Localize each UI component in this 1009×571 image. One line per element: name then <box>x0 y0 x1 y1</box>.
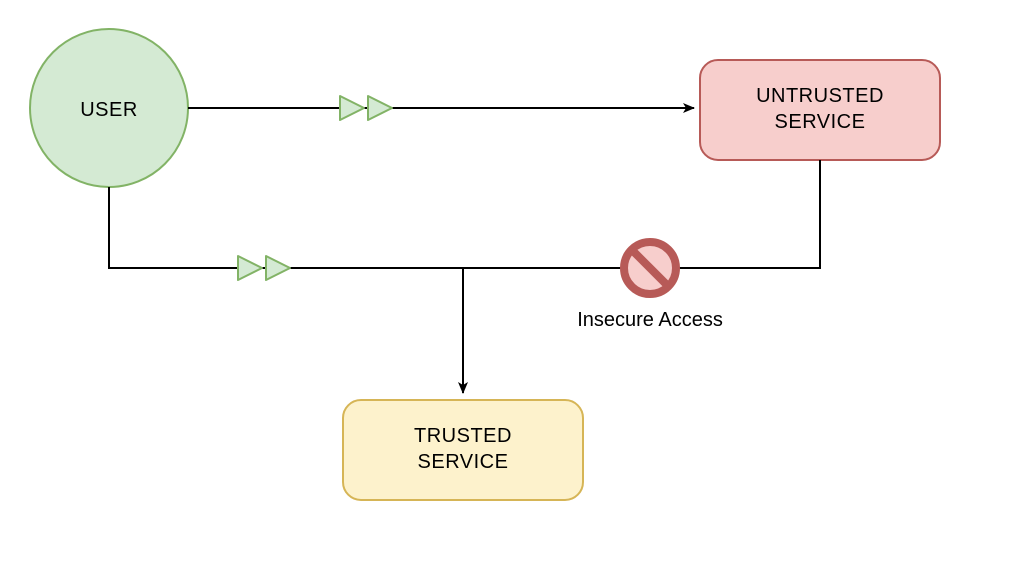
node-trusted-label-2: SERVICE <box>418 451 509 473</box>
prohibited-icon <box>624 242 676 294</box>
edge-untrusted-to-trusted-blocked: Insecure Access <box>463 160 820 331</box>
edge-user-to-trusted <box>109 187 463 393</box>
node-trusted-label-1: TRUSTED <box>414 425 512 447</box>
annotation-insecure-access: Insecure Access <box>577 309 723 331</box>
node-user: USER <box>30 29 188 187</box>
node-user-label: USER <box>80 99 138 121</box>
node-untrusted-label-1: UNTRUSTED <box>756 85 884 107</box>
diagram-canvas: USER UNTRUSTED SERVICE TRUSTED SERVICE <box>0 0 1009 571</box>
edge-user-to-untrusted <box>188 96 694 120</box>
node-untrusted-service: UNTRUSTED SERVICE <box>700 60 940 160</box>
node-trusted-service: TRUSTED SERVICE <box>343 400 583 500</box>
node-untrusted-label-2: SERVICE <box>775 111 866 133</box>
